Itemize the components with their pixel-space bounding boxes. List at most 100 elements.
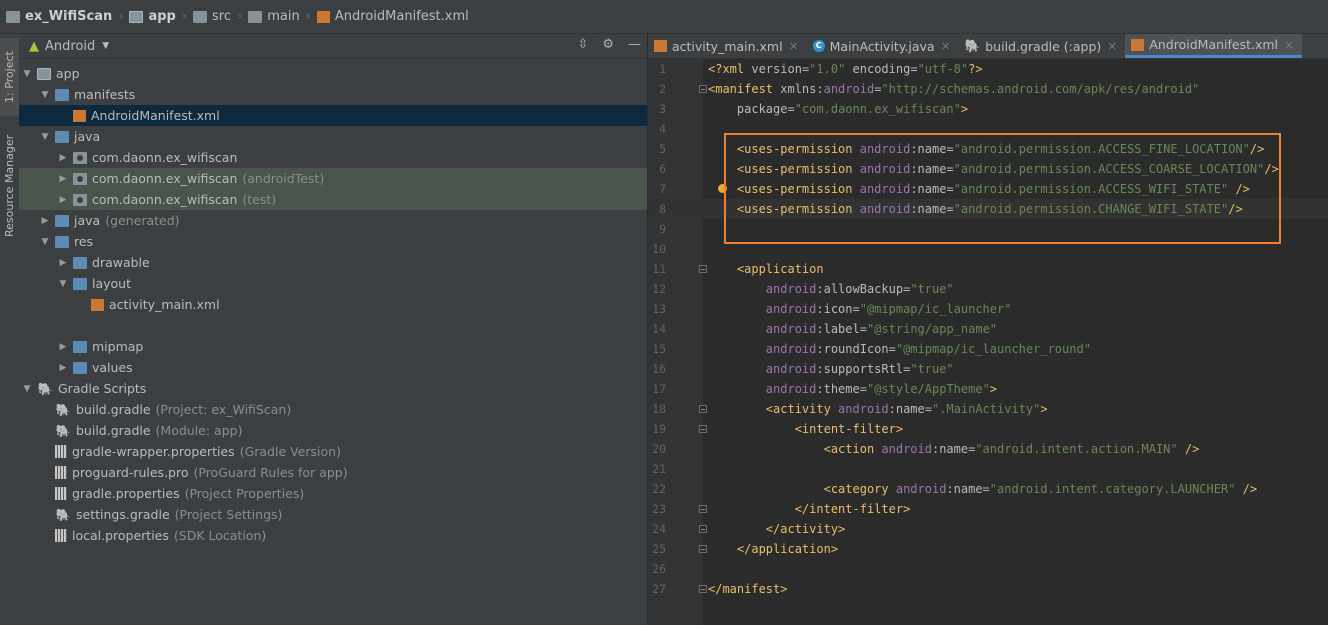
code-token: :name xyxy=(946,482,983,496)
tree-item[interactable]: ▼ app xyxy=(19,63,647,84)
tree-item[interactable]: proguard-rules.pro (ProGuard Rules for ap… xyxy=(19,462,647,483)
tree-item[interactable]: 🐘 build.gradle (Module: app) xyxy=(19,420,647,441)
expand-right-icon[interactable]: ▶ xyxy=(57,195,69,205)
code-line: 25 </application> xyxy=(648,539,1328,559)
tree-item[interactable]: ▶ com.daonn.ex_wifiscan xyxy=(19,147,647,168)
code-token: "@mipmap/ic_launcher" xyxy=(859,302,1012,316)
fold-marker-icon[interactable] xyxy=(699,85,707,93)
tree-item-label: java xyxy=(74,213,101,228)
collapse-all-icon[interactable]: ⇳ xyxy=(577,37,588,52)
close-icon[interactable]: × xyxy=(941,39,951,53)
tree-item[interactable]: gradle.properties (Project Properties) xyxy=(19,483,647,504)
close-icon[interactable]: × xyxy=(789,39,799,53)
minimize-icon[interactable]: — xyxy=(628,37,641,52)
code-token: = xyxy=(888,342,896,356)
expand-right-icon[interactable]: ▶ xyxy=(57,174,69,184)
code-text: android:icon="@mipmap/ic_launcher" xyxy=(708,299,1012,319)
breadcrumb-item-src[interactable]: src xyxy=(193,9,231,24)
expand-right-icon[interactable]: ▶ xyxy=(57,258,69,268)
tree-item[interactable]: activity_main.xml xyxy=(19,294,647,315)
tree-item[interactable]: ▼ res xyxy=(19,231,647,252)
editor-tab[interactable]: 🐘 build.gradle (:app) × xyxy=(959,34,1126,58)
expand-down-icon[interactable]: ▼ xyxy=(21,69,33,79)
manifest-file-icon xyxy=(73,109,86,122)
code-token: <intent-filter> xyxy=(794,422,904,436)
tree-item[interactable]: gradle-wrapper.properties (Gradle Version… xyxy=(19,441,647,462)
expand-down-icon[interactable]: ▼ xyxy=(39,237,51,247)
code-token: :name xyxy=(910,142,947,156)
tool-tab-project[interactable]: 1: Project xyxy=(0,38,19,116)
tree-item[interactable]: AndroidManifest.xml xyxy=(19,105,647,126)
code-token: "android.intent.category.LAUNCHER" xyxy=(989,482,1236,496)
code-token: "1.0" xyxy=(809,62,846,76)
tool-tab-resource-manager[interactable]: Resource Manager xyxy=(0,126,19,246)
expand-down-icon[interactable]: ▼ xyxy=(57,279,69,289)
code-token: /> xyxy=(1264,162,1279,176)
code-text: <uses-permission android:name="android.p… xyxy=(708,179,1250,199)
tree-item-label: local.properties xyxy=(72,528,169,543)
package-icon xyxy=(73,172,87,185)
code-token: android xyxy=(881,442,932,456)
expand-down-icon[interactable]: ▼ xyxy=(21,384,33,394)
close-icon[interactable]: × xyxy=(1107,39,1117,53)
fold-marker-icon[interactable] xyxy=(699,505,707,513)
breadcrumb-item-file[interactable]: AndroidManifest.xml xyxy=(316,9,469,24)
code-line: 10 xyxy=(648,239,1328,259)
tree-item[interactable]: ▶ com.daonn.ex_wifiscan (androidTest) xyxy=(19,168,647,189)
fold-marker-icon[interactable] xyxy=(699,585,707,593)
breadcrumb-item-project[interactable]: ex_WifiScan xyxy=(6,9,112,24)
code-token: android xyxy=(765,302,817,316)
tree-item[interactable]: ▼ layout xyxy=(19,273,647,294)
code-token: </activity> xyxy=(765,522,846,536)
tree-item[interactable]: ▶ com.daonn.ex_wifiscan (test) xyxy=(19,189,647,210)
tree-item-label: res xyxy=(74,234,94,249)
fold-marker-icon[interactable] xyxy=(699,265,707,273)
line-number: 16 xyxy=(652,362,666,376)
gradle-icon: 🐘 xyxy=(37,381,53,396)
code-line: 21 xyxy=(648,459,1328,479)
tree-item-label: com.daonn.ex_wifiscan xyxy=(92,171,238,186)
tree-item[interactable]: ▼ 🐘 Gradle Scripts xyxy=(19,378,647,399)
close-icon[interactable]: × xyxy=(1284,38,1294,52)
tree-item[interactable]: 🐘 settings.gradle (Project Settings) xyxy=(19,504,647,525)
tree-item-hint: (test) xyxy=(242,192,277,207)
code-token: android xyxy=(765,322,817,336)
view-selector[interactable]: ▲ Android ▼ xyxy=(29,39,109,54)
editor-tab-label: MainActivity.java xyxy=(829,38,935,54)
editor-tab[interactable]: activity_main.xml × xyxy=(648,34,807,58)
tree-item[interactable]: ▼ manifests xyxy=(19,84,647,105)
editor-tab-label: build.gradle (:app) xyxy=(985,38,1102,54)
tree-item[interactable]: local.properties (SDK Location) xyxy=(19,525,647,546)
expand-right-icon[interactable]: ▶ xyxy=(39,216,51,226)
code-line: 15 android:roundIcon="@mipmap/ic_launche… xyxy=(648,339,1328,359)
breadcrumb-item-main[interactable]: main xyxy=(248,9,300,24)
tree-item[interactable]: ▶ values xyxy=(19,357,647,378)
tree-item[interactable]: ▶ mipmap xyxy=(19,336,647,357)
breadcrumb-item-app[interactable]: app xyxy=(129,9,176,24)
expand-down-icon[interactable]: ▼ xyxy=(39,132,51,142)
tree-item[interactable]: ▶ drawable xyxy=(19,252,647,273)
fold-marker-icon[interactable] xyxy=(699,405,707,413)
expand-right-icon[interactable]: ▶ xyxy=(57,153,69,163)
tree-item[interactable]: 🐘 build.gradle (Project: ex_WifiScan) xyxy=(19,399,647,420)
expand-right-icon[interactable]: ▶ xyxy=(57,363,69,373)
tree-item[interactable]: ▼ java xyxy=(19,126,647,147)
expand-right-icon[interactable]: ▶ xyxy=(57,342,69,352)
fold-marker-icon[interactable] xyxy=(699,545,707,553)
gear-icon[interactable]: ⚙ xyxy=(602,37,614,52)
code-line: 6 <uses-permission android:name="android… xyxy=(648,159,1328,179)
tree-item-hint: (ProGuard Rules for app) xyxy=(193,465,348,480)
tree-item[interactable]: ▶ java (generated) xyxy=(19,210,647,231)
editor-tab[interactable]: C MainActivity.java × xyxy=(807,34,959,58)
expand-down-icon[interactable]: ▼ xyxy=(39,90,51,100)
fold-marker-icon[interactable] xyxy=(699,425,707,433)
code-text: android:theme="@style/AppTheme"> xyxy=(708,379,997,399)
editor-tab[interactable]: AndroidManifest.xml × xyxy=(1125,34,1303,58)
app-module-icon xyxy=(37,67,51,80)
fold-marker-icon[interactable] xyxy=(699,525,707,533)
code-token: </application> xyxy=(736,542,839,556)
